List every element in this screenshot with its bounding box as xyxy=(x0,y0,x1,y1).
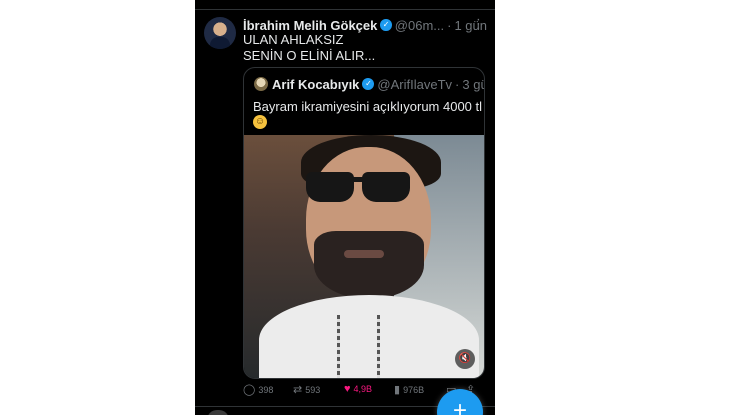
views-button[interactable]: ▮ 976B xyxy=(394,383,424,396)
separator-dot: · xyxy=(447,17,452,33)
like-count: 4,9B xyxy=(353,384,373,394)
quoted-tweet[interactable]: Arif Kocabıyık ✓ @ArifIlaveTv · 3 gün Ba… xyxy=(243,67,485,379)
video-frame-hoodie-string xyxy=(377,315,380,378)
quote-text: Bayram ikramiyesini açıklıyorum 4000 tl xyxy=(253,99,483,114)
video-frame-mouth xyxy=(344,250,384,258)
tweet-text-line: ULAN AHLAKSIZ xyxy=(243,32,344,47)
retweet-button[interactable]: ⇄ 593 xyxy=(293,383,320,396)
heart-icon: ♥ xyxy=(344,383,351,395)
author-avatar[interactable] xyxy=(204,17,236,49)
quote-header: Arif Kocabıyık ✓ @ArifIlaveTv · 3 gün xyxy=(254,76,484,92)
video-frame-beard xyxy=(314,231,424,299)
views-icon: ▮ xyxy=(394,384,401,396)
tweet-text-line: SENİN O ELİNİ ALIR... xyxy=(243,48,376,63)
quote-author-avatar xyxy=(254,77,268,91)
verified-badge-icon: ✓ xyxy=(362,78,375,90)
video-frame-hoodie xyxy=(259,295,479,378)
quote-time: 3 gün xyxy=(462,76,484,92)
reply-icon: ◯ xyxy=(243,384,256,396)
quote-author-handle: @ArifIlaveTv xyxy=(377,76,453,92)
quote-author-name: Arif Kocabıyık xyxy=(272,76,360,92)
views-count: 976B xyxy=(403,384,425,395)
video-frame-sunglasses-bridge xyxy=(352,177,364,182)
timeline: İbrahim Melih Gökçek ✓ @06m... · 1 gün ⋮… xyxy=(195,0,495,415)
tweet-text: ULAN AHLAKSIZ SENİN O ELİNİ ALIR... xyxy=(243,32,375,64)
reply-count: 398 xyxy=(258,384,274,395)
retweet-count: 593 xyxy=(305,384,321,395)
verified-badge-icon: ✓ xyxy=(380,19,392,31)
compose-icon: + xyxy=(452,397,467,415)
speaker-muted-icon[interactable]: 🔇 xyxy=(455,349,475,369)
more-options-icon[interactable]: ⋮ xyxy=(472,16,485,32)
retweet-icon: ⇄ xyxy=(293,384,303,396)
like-button[interactable]: ♥ 4,9B xyxy=(344,383,372,395)
author-handle[interactable]: @06m... xyxy=(395,18,444,33)
grinning-sweat-emoji: ☺ xyxy=(253,115,267,129)
reply-button[interactable]: ◯ 398 xyxy=(243,383,273,396)
next-tweet-avatar[interactable] xyxy=(207,410,229,415)
separator-dot: · xyxy=(455,76,460,92)
video-frame-sunglasses xyxy=(362,172,410,202)
divider xyxy=(195,9,495,10)
video-frame-sunglasses xyxy=(306,172,354,202)
quote-video[interactable]: 🔇 xyxy=(244,135,484,378)
video-frame-hoodie-string xyxy=(337,315,340,378)
author-name[interactable]: İbrahim Melih Gökçek xyxy=(243,18,377,33)
